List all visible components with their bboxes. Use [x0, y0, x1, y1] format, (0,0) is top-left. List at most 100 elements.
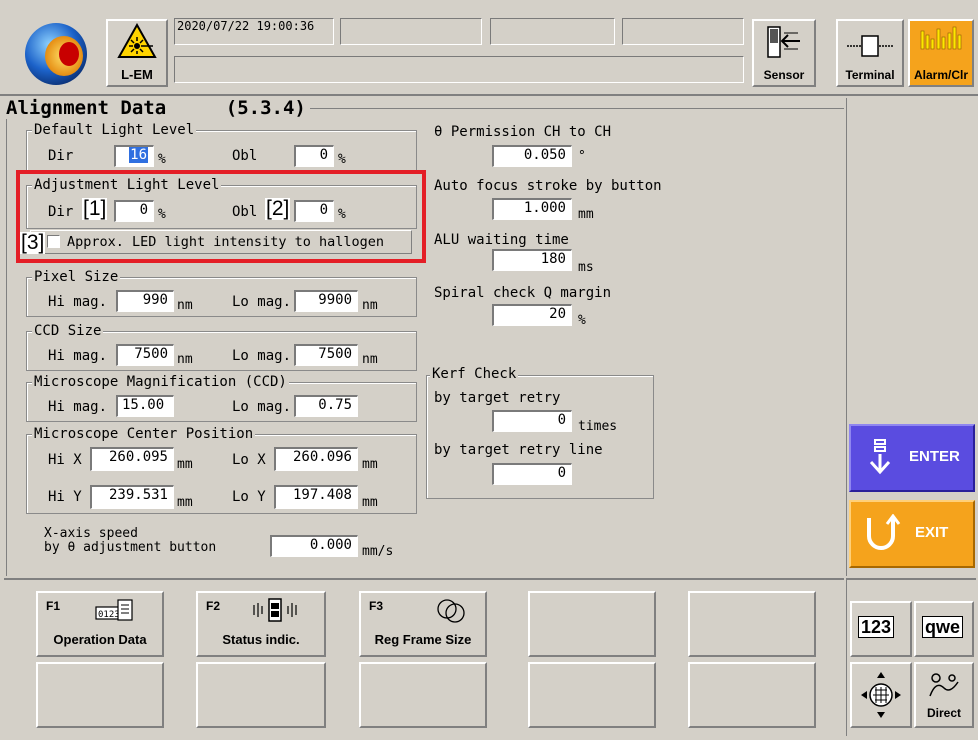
alu-field[interactable]: 180	[492, 249, 572, 271]
app-window: L-EM 2020/07/22 19:00:36 Sensor Terminal	[0, 0, 978, 740]
enter-arrow-icon	[869, 439, 891, 475]
pixel-hi-label: Hi mag.	[48, 294, 108, 310]
ccd-lo-unit: nm	[362, 352, 378, 367]
spiral-label: Spiral check Q margin	[434, 285, 612, 301]
center-hix-label: Hi X	[48, 452, 82, 468]
pixel-lo-unit: nm	[362, 298, 378, 313]
laser-mode-button[interactable]: L-EM	[106, 19, 168, 87]
ccd-lo-label: Lo mag.	[232, 348, 292, 364]
message-bar	[174, 56, 744, 83]
default-obl-field[interactable]: 0	[294, 145, 334, 167]
highlight-box	[16, 170, 426, 263]
center-hix-field[interactable]: 260.095	[90, 447, 174, 471]
f10-empty-button[interactable]	[688, 662, 816, 728]
f6-empty-button[interactable]	[36, 662, 164, 728]
kerf-retry-field[interactable]: 0	[492, 410, 572, 432]
default-dir-unit: %	[158, 152, 166, 167]
f8-empty-button[interactable]	[359, 662, 487, 728]
permission-field[interactable]: 0.050	[492, 145, 572, 167]
status-box-3	[490, 18, 615, 45]
f3-reg-frame-button[interactable]: F3 Reg Frame Size	[359, 591, 487, 657]
f7-empty-button[interactable]	[196, 662, 326, 728]
joystick-icon	[861, 672, 901, 718]
joystick-button[interactable]	[850, 662, 912, 728]
mag-lo-label: Lo mag.	[232, 399, 292, 415]
f1-key-number: F1	[46, 599, 61, 613]
title-label: Alignment Data (5.3.4)	[6, 97, 310, 119]
numeric-keypad-button[interactable]: 123	[850, 601, 912, 657]
ccd-hi-label: Hi mag.	[48, 348, 108, 364]
center-position-group	[26, 434, 417, 514]
reg-frame-icon	[437, 599, 465, 623]
center-hiy-field[interactable]: 239.531	[90, 485, 174, 509]
direct-button[interactable]: Direct	[914, 662, 974, 728]
permission-label: θ Permission CH to CH	[434, 124, 612, 140]
f5-empty-button[interactable]	[688, 591, 816, 657]
permission-unit: °	[578, 149, 586, 164]
center-loy-field[interactable]: 197.408	[274, 485, 358, 509]
autofocus-field[interactable]: 1.000	[492, 198, 572, 220]
status-indicator-icon	[253, 598, 297, 622]
exit-button[interactable]: EXIT	[849, 500, 975, 568]
center-hix-unit: mm	[177, 457, 193, 472]
sensor-button[interactable]: Sensor	[752, 19, 816, 87]
numeric-keypad-label: 123	[858, 616, 895, 638]
kerf-retry-label: by target retry	[434, 390, 561, 406]
enter-button[interactable]: ENTER	[849, 424, 975, 492]
center-lox-label: Lo X	[232, 452, 266, 468]
laser-warning-icon	[117, 23, 157, 58]
exit-label: EXIT	[915, 524, 949, 541]
page-title: Alignment Data	[6, 97, 167, 119]
f3-label: Reg Frame Size	[374, 632, 472, 647]
autofocus-unit: mm	[578, 207, 594, 222]
magnification-label: Microscope Magnification (CCD)	[32, 374, 289, 390]
mag-hi-field[interactable]: 15.00	[116, 395, 174, 417]
default-dir-label: Dir	[48, 148, 74, 164]
exit-uturn-icon	[867, 514, 901, 550]
f4-empty-button[interactable]	[528, 591, 656, 657]
kerf-line-field[interactable]: 0	[492, 463, 572, 485]
pixel-hi-field[interactable]: 990	[116, 290, 174, 312]
f1-operation-data-button[interactable]: F1 0123 Operation Data	[36, 591, 164, 657]
center-loy-label: Lo Y	[232, 489, 266, 505]
alu-label: ALU waiting time	[434, 232, 569, 248]
kerf-check-label: Kerf Check	[430, 366, 519, 382]
default-obl-unit: %	[338, 152, 346, 167]
f2-status-button[interactable]: F2 Status indic.	[196, 591, 326, 657]
default-dir-value: 16	[129, 147, 148, 163]
app-mode-label: L-EM	[121, 67, 153, 82]
company-logo	[22, 16, 94, 88]
kerf-retry-unit: times	[578, 419, 618, 434]
alpha-keyboard-button[interactable]: qwe	[914, 601, 974, 657]
alarm-clear-button[interactable]: Alarm/Clr	[908, 19, 974, 87]
spiral-field[interactable]: 20	[492, 304, 572, 326]
spiral-unit: %	[578, 313, 586, 328]
sensor-label: Sensor	[763, 68, 805, 82]
direct-icon	[929, 673, 959, 697]
pixel-lo-field[interactable]: 9900	[294, 290, 358, 312]
center-position-label: Microscope Center Position	[32, 426, 256, 442]
svg-text:0123: 0123	[98, 610, 120, 620]
ccd-lo-field[interactable]: 7500	[294, 344, 358, 366]
mag-lo-field[interactable]: 0.75	[294, 395, 358, 417]
default-dir-field[interactable]: 16	[114, 145, 154, 167]
f1-label: Operation Data	[53, 632, 147, 647]
terminal-icon	[847, 35, 893, 57]
xaxis-label-line2: by θ adjustment button	[44, 540, 217, 555]
pixel-hi-unit: nm	[177, 298, 193, 313]
f2-key-number: F2	[206, 599, 221, 613]
center-lox-field[interactable]: 260.096	[274, 447, 358, 471]
callout-3: [3]	[20, 231, 46, 254]
direct-label: Direct	[926, 706, 961, 720]
callout-2: [2]	[265, 197, 291, 220]
xaxis-speed-field[interactable]: 0.000	[270, 535, 358, 557]
f3-key-number: F3	[369, 599, 384, 613]
ccd-hi-field[interactable]: 7500	[116, 344, 174, 366]
f9-empty-button[interactable]	[528, 662, 656, 728]
terminal-button[interactable]: Terminal	[836, 19, 904, 87]
default-obl-label: Obl	[232, 148, 258, 164]
operation-data-icon: 0123	[95, 599, 133, 621]
datetime-display: 2020/07/22 19:00:36	[174, 18, 334, 45]
enter-label: ENTER	[909, 448, 960, 465]
ccd-hi-unit: nm	[177, 352, 193, 367]
